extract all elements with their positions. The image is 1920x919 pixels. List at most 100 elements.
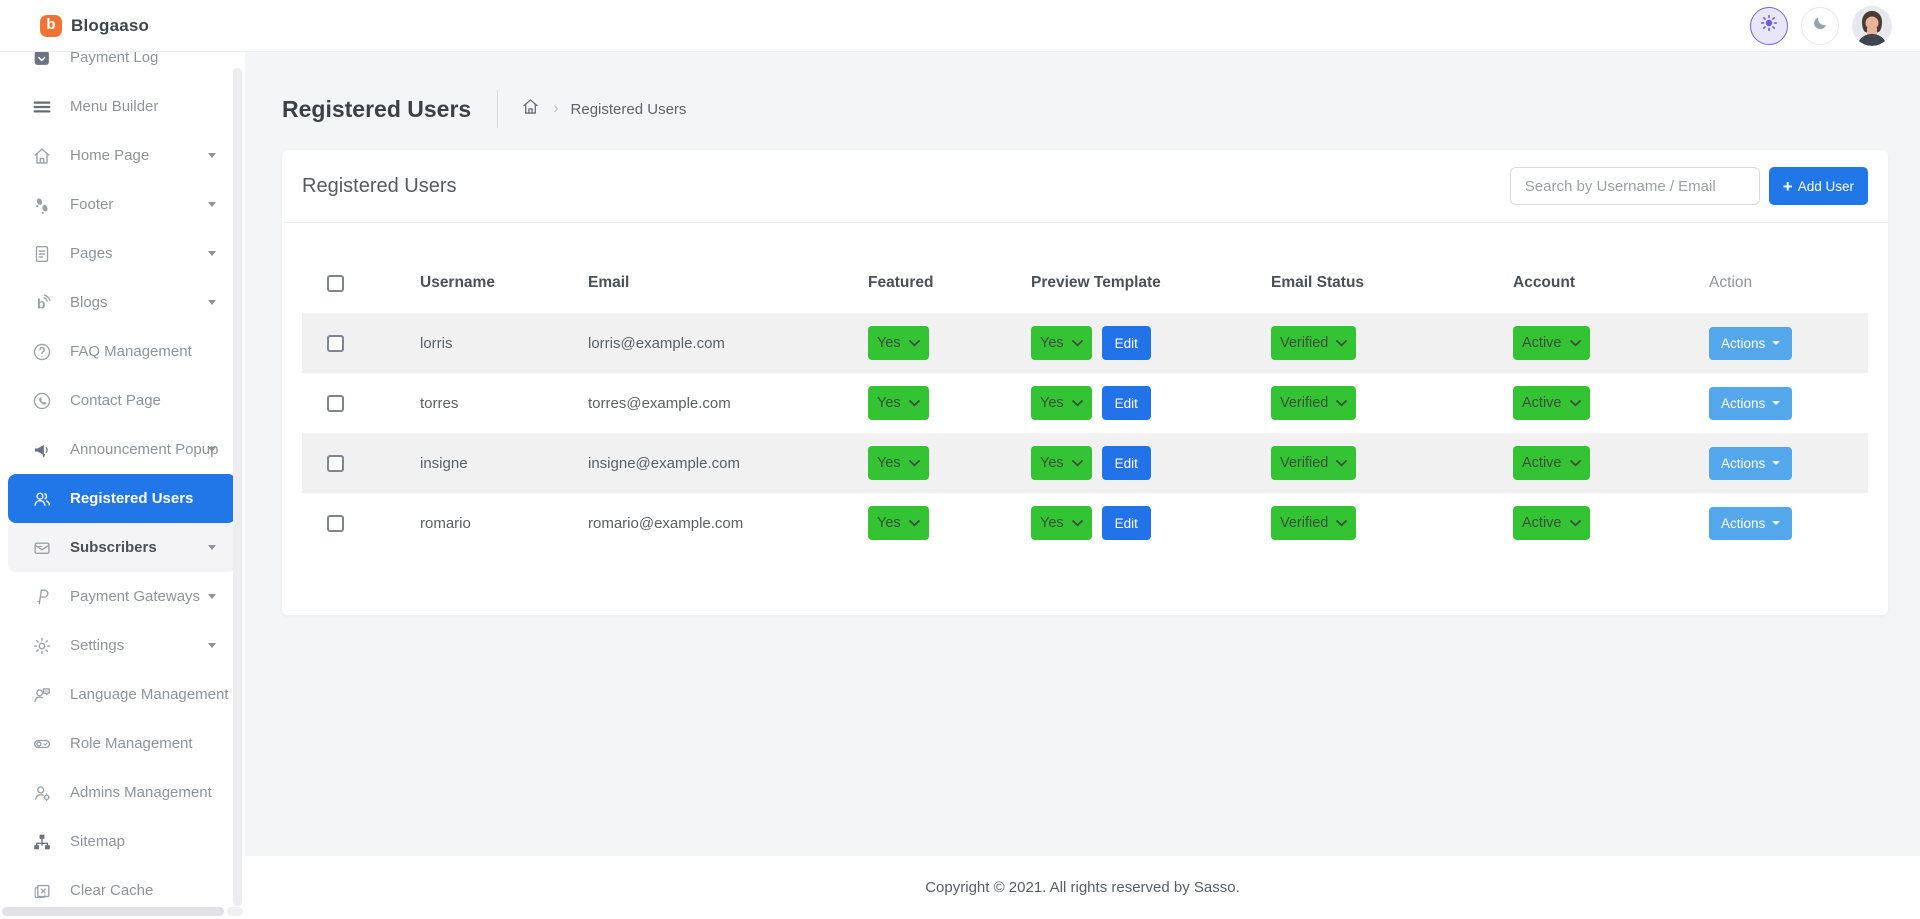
moon-icon xyxy=(1810,13,1831,39)
sidebar-horizontal-scrollbar[interactable] xyxy=(2,907,224,916)
card-header-actions: + Add User xyxy=(1509,167,1868,205)
add-user-label: Add User xyxy=(1797,178,1854,194)
preview-template-select[interactable]: Yes xyxy=(1031,386,1092,420)
main-content: Registered Users › Registered Users Regi… xyxy=(245,52,1920,919)
sidebar-item-announcement-popup[interactable]: Announcement Popup xyxy=(8,425,236,474)
blogger-icon: b xyxy=(40,14,62,37)
add-user-button[interactable]: + Add User xyxy=(1768,167,1868,205)
row-checkbox[interactable] xyxy=(327,514,344,532)
sidebar-vertical-scrollbar[interactable] xyxy=(233,68,242,906)
user-avatar[interactable] xyxy=(1852,5,1892,46)
sidebar-item-pages[interactable]: Pages xyxy=(8,229,236,278)
email-status-select[interactable]: Verified xyxy=(1271,506,1357,540)
chevron-down-icon xyxy=(1772,341,1781,345)
actions-dropdown-button[interactable]: Actions xyxy=(1709,326,1793,360)
users-icon xyxy=(30,487,54,511)
edit-button[interactable]: Edit xyxy=(1101,326,1151,360)
table-row: insigne insigne@example.com Yes Yes Edit… xyxy=(302,433,1868,493)
actions-dropdown-button[interactable]: Actions xyxy=(1709,446,1793,480)
actions-dropdown-button[interactable]: Actions xyxy=(1709,386,1793,420)
sidebar-item-payment-gateways[interactable]: Payment Gateways xyxy=(8,572,236,621)
row-checkbox[interactable] xyxy=(327,394,344,412)
sidebar-item-sitemap[interactable]: Sitemap xyxy=(8,817,236,866)
chevron-down-icon xyxy=(208,251,216,256)
breadcrumb-current: Registered Users xyxy=(570,100,687,118)
row-checkbox[interactable] xyxy=(327,334,344,352)
sidebar-item-label: Payment Log xyxy=(70,52,159,66)
clear-cache-icon xyxy=(30,879,54,903)
email-status-select[interactable]: Verified xyxy=(1271,446,1357,480)
select-caret-icon xyxy=(908,459,920,467)
table-header-row: Username Email Featured Preview Template… xyxy=(302,253,1868,313)
sitemap-icon xyxy=(30,830,54,854)
breadcrumb-home-link[interactable] xyxy=(520,96,541,122)
light-theme-button[interactable] xyxy=(1750,6,1788,45)
actions-dropdown-button[interactable]: Actions xyxy=(1709,506,1793,540)
brand-logo[interactable]: b Blogaaso xyxy=(40,14,149,37)
col-header-email-status: Email Status xyxy=(1271,274,1365,291)
page-footer: Copyright © 2021. All rights reserved by… xyxy=(245,856,1920,919)
chevron-down-icon xyxy=(208,300,216,305)
card-divider xyxy=(282,222,1888,223)
featured-select[interactable]: Yes xyxy=(868,386,929,420)
sidebar-item-home-page[interactable]: Home Page xyxy=(8,131,236,180)
row-checkbox[interactable] xyxy=(327,454,344,472)
sidebar-item-footer[interactable]: Footer xyxy=(8,180,236,229)
account-select[interactable]: Active xyxy=(1513,326,1590,360)
email-status-select[interactable]: Verified xyxy=(1271,326,1357,360)
select-all-checkbox[interactable] xyxy=(327,274,344,292)
col-header-preview-template: Preview Template xyxy=(1031,274,1161,291)
sidebar-item-settings[interactable]: Settings xyxy=(8,621,236,670)
col-header-action: Action xyxy=(1709,274,1753,291)
select-caret-icon xyxy=(1336,339,1348,347)
featured-select[interactable]: Yes xyxy=(868,326,929,360)
email-cell: romario@example.com xyxy=(588,514,744,532)
sun-icon xyxy=(1758,12,1780,39)
sidebar-item-faq-management[interactable]: FAQ Management xyxy=(8,327,236,376)
paypal-icon xyxy=(30,585,54,609)
col-header-email: Email xyxy=(588,274,630,291)
chevron-down-icon xyxy=(208,202,216,207)
account-select[interactable]: Active xyxy=(1513,386,1590,420)
edit-button[interactable]: Edit xyxy=(1101,506,1151,540)
table-row: lorris lorris@example.com Yes Yes Edit V… xyxy=(302,313,1868,373)
preview-template-select[interactable]: Yes xyxy=(1031,326,1092,360)
preview-template-select[interactable]: Yes xyxy=(1031,506,1092,540)
select-caret-icon xyxy=(1569,399,1581,407)
sidebar-item-contact-page[interactable]: Contact Page xyxy=(8,376,236,425)
chevron-down-icon xyxy=(1772,401,1781,405)
sidebar-item-label: Home Page xyxy=(70,147,150,164)
edit-button[interactable]: Edit xyxy=(1101,386,1151,420)
col-header-featured: Featured xyxy=(868,274,934,291)
chevron-down-icon xyxy=(208,153,216,158)
sidebar-item-menu-builder[interactable]: Menu Builder xyxy=(8,82,236,131)
phone-icon xyxy=(30,389,54,413)
email-status-select[interactable]: Verified xyxy=(1271,386,1357,420)
account-select[interactable]: Active xyxy=(1513,446,1590,480)
featured-select[interactable]: Yes xyxy=(868,506,929,540)
sidebar-item-payment-log[interactable]: Payment Log xyxy=(8,52,236,82)
sidebar-item-blogs[interactable]: b Blogs xyxy=(8,278,236,327)
file-icon xyxy=(30,242,54,266)
search-input[interactable] xyxy=(1509,167,1760,205)
account-select[interactable]: Active xyxy=(1513,506,1590,540)
dark-theme-button[interactable] xyxy=(1801,6,1839,45)
edit-button[interactable]: Edit xyxy=(1101,446,1151,480)
sidebar-item-registered-users[interactable]: Registered Users xyxy=(8,474,236,523)
sidebar-item-label: Registered Users xyxy=(70,490,194,507)
sidebar-item-role-management[interactable]: Role Management xyxy=(8,719,236,768)
sidebar-item-admins-management[interactable]: Admins Management xyxy=(8,768,236,817)
sidebar-item-subscribers[interactable]: Subscribers xyxy=(8,523,236,572)
preview-template-select[interactable]: Yes xyxy=(1031,446,1092,480)
sidebar-item-language-management[interactable]: Language Management xyxy=(8,670,236,719)
users-table: Username Email Featured Preview Template… xyxy=(282,253,1888,553)
featured-select[interactable]: Yes xyxy=(868,446,929,480)
sidebar-item-label: Language Management xyxy=(70,686,229,703)
sidebar-item-label: Pages xyxy=(70,245,113,262)
select-caret-icon xyxy=(1071,339,1083,347)
card-header: Registered Users + Add User xyxy=(282,150,1888,222)
col-header-account: Account xyxy=(1513,274,1575,291)
mail-icon xyxy=(30,536,54,560)
username-cell: romario xyxy=(420,514,471,532)
page-header: Registered Users › Registered Users xyxy=(282,85,1920,133)
